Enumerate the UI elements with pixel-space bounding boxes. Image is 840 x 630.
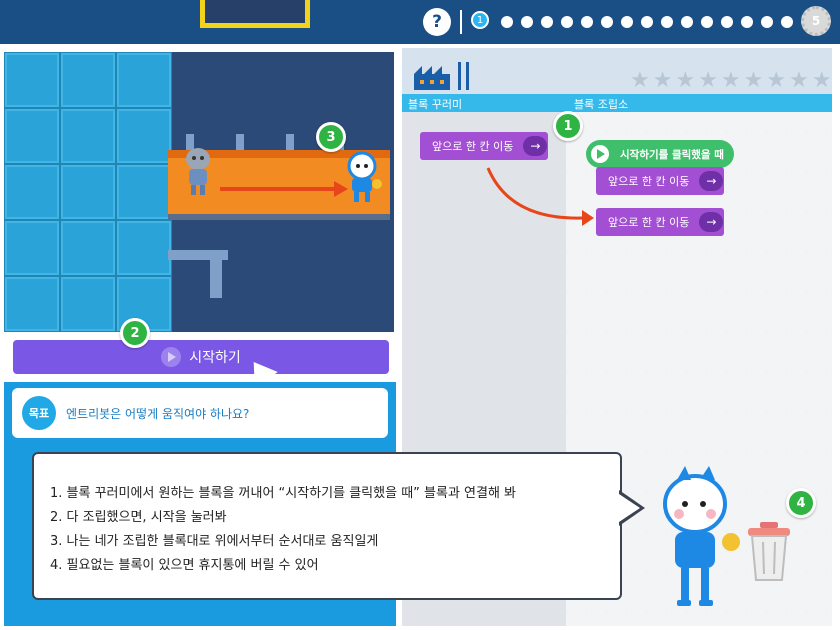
block-label: 앞으로 한 칸 이동 [608,216,690,229]
marker-3: 3 [316,122,346,152]
floor-tiles [4,52,172,332]
star-icon: ★ [720,68,741,93]
marker-4: 4 [786,488,816,518]
marker-1: 1 [553,111,583,141]
step-dot[interactable] [581,16,593,28]
step-dot[interactable] [701,16,713,28]
top-bar-divider [460,10,462,34]
block-label: 앞으로 한 칸 이동 [608,175,690,188]
instruction-item: 1. 블록 꾸러미에서 원하는 블록을 꺼내어 “시작하기를 클릭했을 때” 블… [50,486,517,501]
step-dot[interactable] [721,16,733,28]
top-bar [0,0,840,44]
goal-badge: 목표 [22,396,56,430]
reward-badge: 5 [801,6,831,36]
arrow-right-icon: → [699,171,724,191]
marker-2: 2 [120,318,150,348]
star-icon: ★ [675,68,696,93]
step-dot[interactable] [661,16,673,28]
movement-arrow [220,187,336,191]
trash-can-icon[interactable] [746,520,792,582]
step-dot[interactable] [561,16,573,28]
assembly-title: 블록 조립소 [574,98,629,111]
star-icon: ★ [698,68,718,93]
star-icon: ★ [743,68,764,93]
instruction-item: 2. 다 조립했으면, 시작을 눌러봐 [50,510,227,525]
entrybot-mascot-icon [663,466,740,606]
star-rating: ★ ★ ★ ★ ★ ★ ★ ★ ★ [630,70,832,92]
step-dot[interactable] [521,16,533,28]
step-dot[interactable] [741,16,753,28]
start-button-label: 시작하기 [189,350,241,366]
dragged-move-forward-block[interactable]: 앞으로 한 칸 이동 → [596,208,724,236]
step-indicator-current[interactable]: 1 [471,11,489,29]
when-start-clicked-block[interactable]: 시작하기를 클릭했을 때 [586,140,734,168]
star-icon: ★ [789,68,809,93]
instruction-item: 4. 필요없는 블록이 있으면 휴지통에 버릴 수 있어 [50,558,319,573]
instruction-item: 3. 나는 네가 조립한 블록대로 위에서부터 순서대로 움직일게 [50,534,379,549]
block-label: 시작하기를 클릭했을 때 [620,148,724,161]
star-icon: ★ [766,68,787,93]
step-dot[interactable] [541,16,553,28]
assembled-move-forward-block[interactable]: 앞으로 한 칸 이동 → [596,167,724,195]
help-button[interactable]: ? [423,8,451,36]
instructions-list: 1. 블록 꾸러미에서 원하는 블록을 꺼내어 “시작하기를 클릭했을 때” 블… [50,482,516,578]
entrybot-icon [347,151,382,202]
step-dot[interactable] [501,16,513,28]
star-icon: ★ [652,68,673,93]
star-icon: ★ [630,68,650,93]
factory-icon [414,62,469,90]
step-dot[interactable] [761,16,773,28]
star-icon: ★ [811,68,832,93]
step-dot[interactable] [781,16,793,28]
play-icon [161,347,182,367]
gray-robot-icon [186,148,210,195]
drag-arrow-icon [486,167,594,226]
pipe-vertical [210,258,222,298]
step-dot[interactable] [601,16,613,28]
step-dot[interactable] [621,16,633,28]
goal-text: 엔트리봇은 어떻게 움직여야 하나요? [66,406,250,421]
goal-box: 목표 엔트리봇은 어떻게 움직여야 하나요? [12,388,388,438]
arrow-right-icon: → [699,212,724,232]
palette-title: 블록 꾸러미 [408,98,463,111]
step-dot[interactable] [641,16,653,28]
start-button[interactable]: 시작하기 [13,340,389,374]
step-dot[interactable] [681,16,693,28]
factory-window [200,0,310,28]
